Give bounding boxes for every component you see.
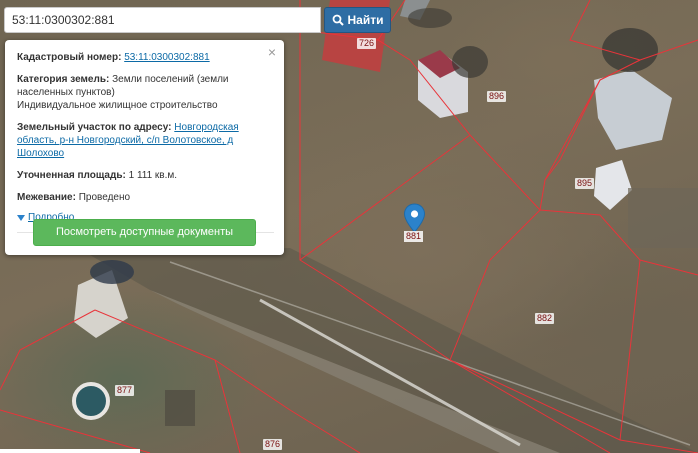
survey-value: Проведено	[78, 192, 131, 203]
area-label: Уточненная площадь:	[17, 170, 126, 181]
search-input[interactable]	[4, 7, 321, 33]
address-row: Земельный участок по адресу: Новгородска…	[17, 121, 274, 160]
category-label: Категория земель:	[17, 74, 110, 85]
parcel-label-882: 882	[535, 313, 555, 324]
view-documents-button[interactable]: Посмотреть доступные документы	[33, 219, 256, 246]
search-button-label: Найти	[347, 13, 384, 27]
search-icon	[332, 14, 344, 26]
survey-row: Межевание: Проведено	[17, 191, 274, 204]
parcel-info-popup: × Кадастровый номер: 53:11:0300302:881 К…	[5, 40, 284, 255]
cadastral-row: Кадастровый номер: 53:11:0300302:881	[17, 51, 274, 64]
search-button[interactable]: Найти	[324, 7, 391, 33]
category-row: Категория земель: Земли поселений (земли…	[17, 73, 274, 112]
address-label: Земельный участок по адресу:	[17, 122, 172, 133]
parcel-label-895: 895	[575, 178, 595, 189]
map-bottom-edge	[0, 449, 140, 453]
parcel-label-877: 877	[115, 385, 135, 396]
parcel-label-726: 726	[357, 38, 377, 49]
area-value: 1 111 кв.м.	[128, 170, 178, 181]
permitted-use-value: Индивидуальное жилищное строительство	[17, 100, 218, 111]
caret-down-icon	[17, 214, 25, 221]
marker-parcel-label: 881	[404, 231, 424, 242]
cadastral-number-link[interactable]: 53:11:0300302:881	[124, 52, 209, 63]
area-row: Уточненная площадь: 1 111 кв.м.	[17, 169, 274, 182]
close-icon[interactable]: ×	[268, 45, 276, 59]
cadastral-label: Кадастровый номер:	[17, 52, 122, 63]
parcel-label-896: 896	[487, 91, 507, 102]
survey-label: Межевание:	[17, 192, 76, 203]
parcel-label-876: 876	[263, 439, 283, 450]
